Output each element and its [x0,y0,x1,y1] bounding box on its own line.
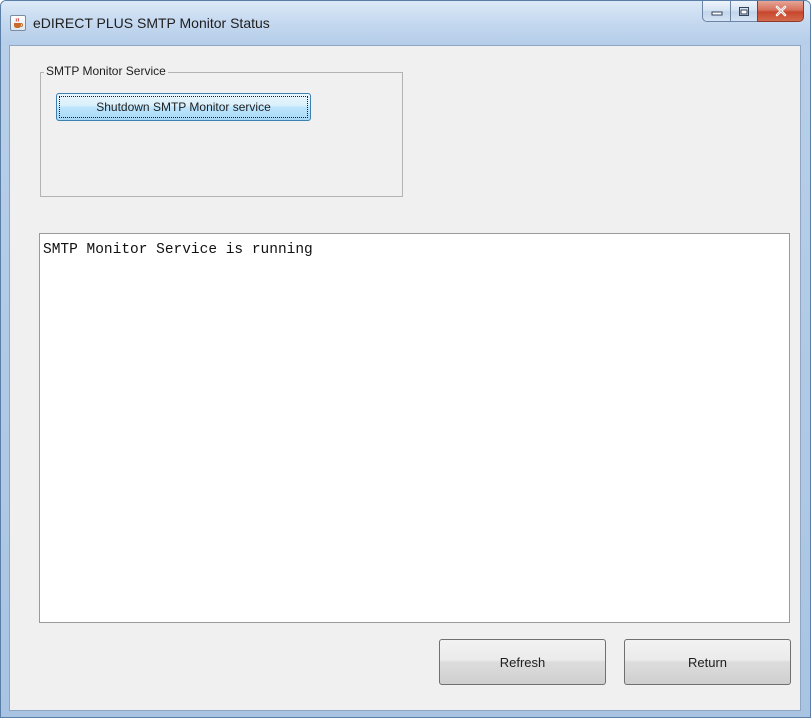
shutdown-button-label: Shutdown SMTP Monitor service [96,100,271,114]
service-groupbox: SMTP Monitor Service Shutdown SMTP Monit… [40,64,403,197]
title-bar[interactable]: eDIRECT PLUS SMTP Monitor Status [1,1,810,45]
close-icon [775,5,786,17]
window-client-area: SMTP Monitor Service Shutdown SMTP Monit… [9,45,801,711]
return-button[interactable]: Return [624,639,791,685]
return-button-label: Return [687,654,728,670]
java-cup-icon [10,15,26,31]
shutdown-service-button[interactable]: Shutdown SMTP Monitor service [56,93,311,121]
minimize-icon [711,11,722,16]
refresh-button[interactable]: Refresh [439,639,606,685]
maximize-icon [739,6,749,16]
group-legend: SMTP Monitor Service [44,64,168,78]
app-window: eDIRECT PLUS SMTP Monitor Status SMTP Mo… [0,0,811,718]
minimize-button[interactable] [702,1,730,22]
close-button[interactable] [757,1,804,22]
maximize-button[interactable] [730,1,757,22]
refresh-button-label: Refresh [499,654,546,670]
status-message: SMTP Monitor Service is running [43,242,313,258]
window-title: eDIRECT PLUS SMTP Monitor Status [33,15,270,31]
status-text-area[interactable]: SMTP Monitor Service is running [39,233,790,623]
window-controls [702,1,804,23]
